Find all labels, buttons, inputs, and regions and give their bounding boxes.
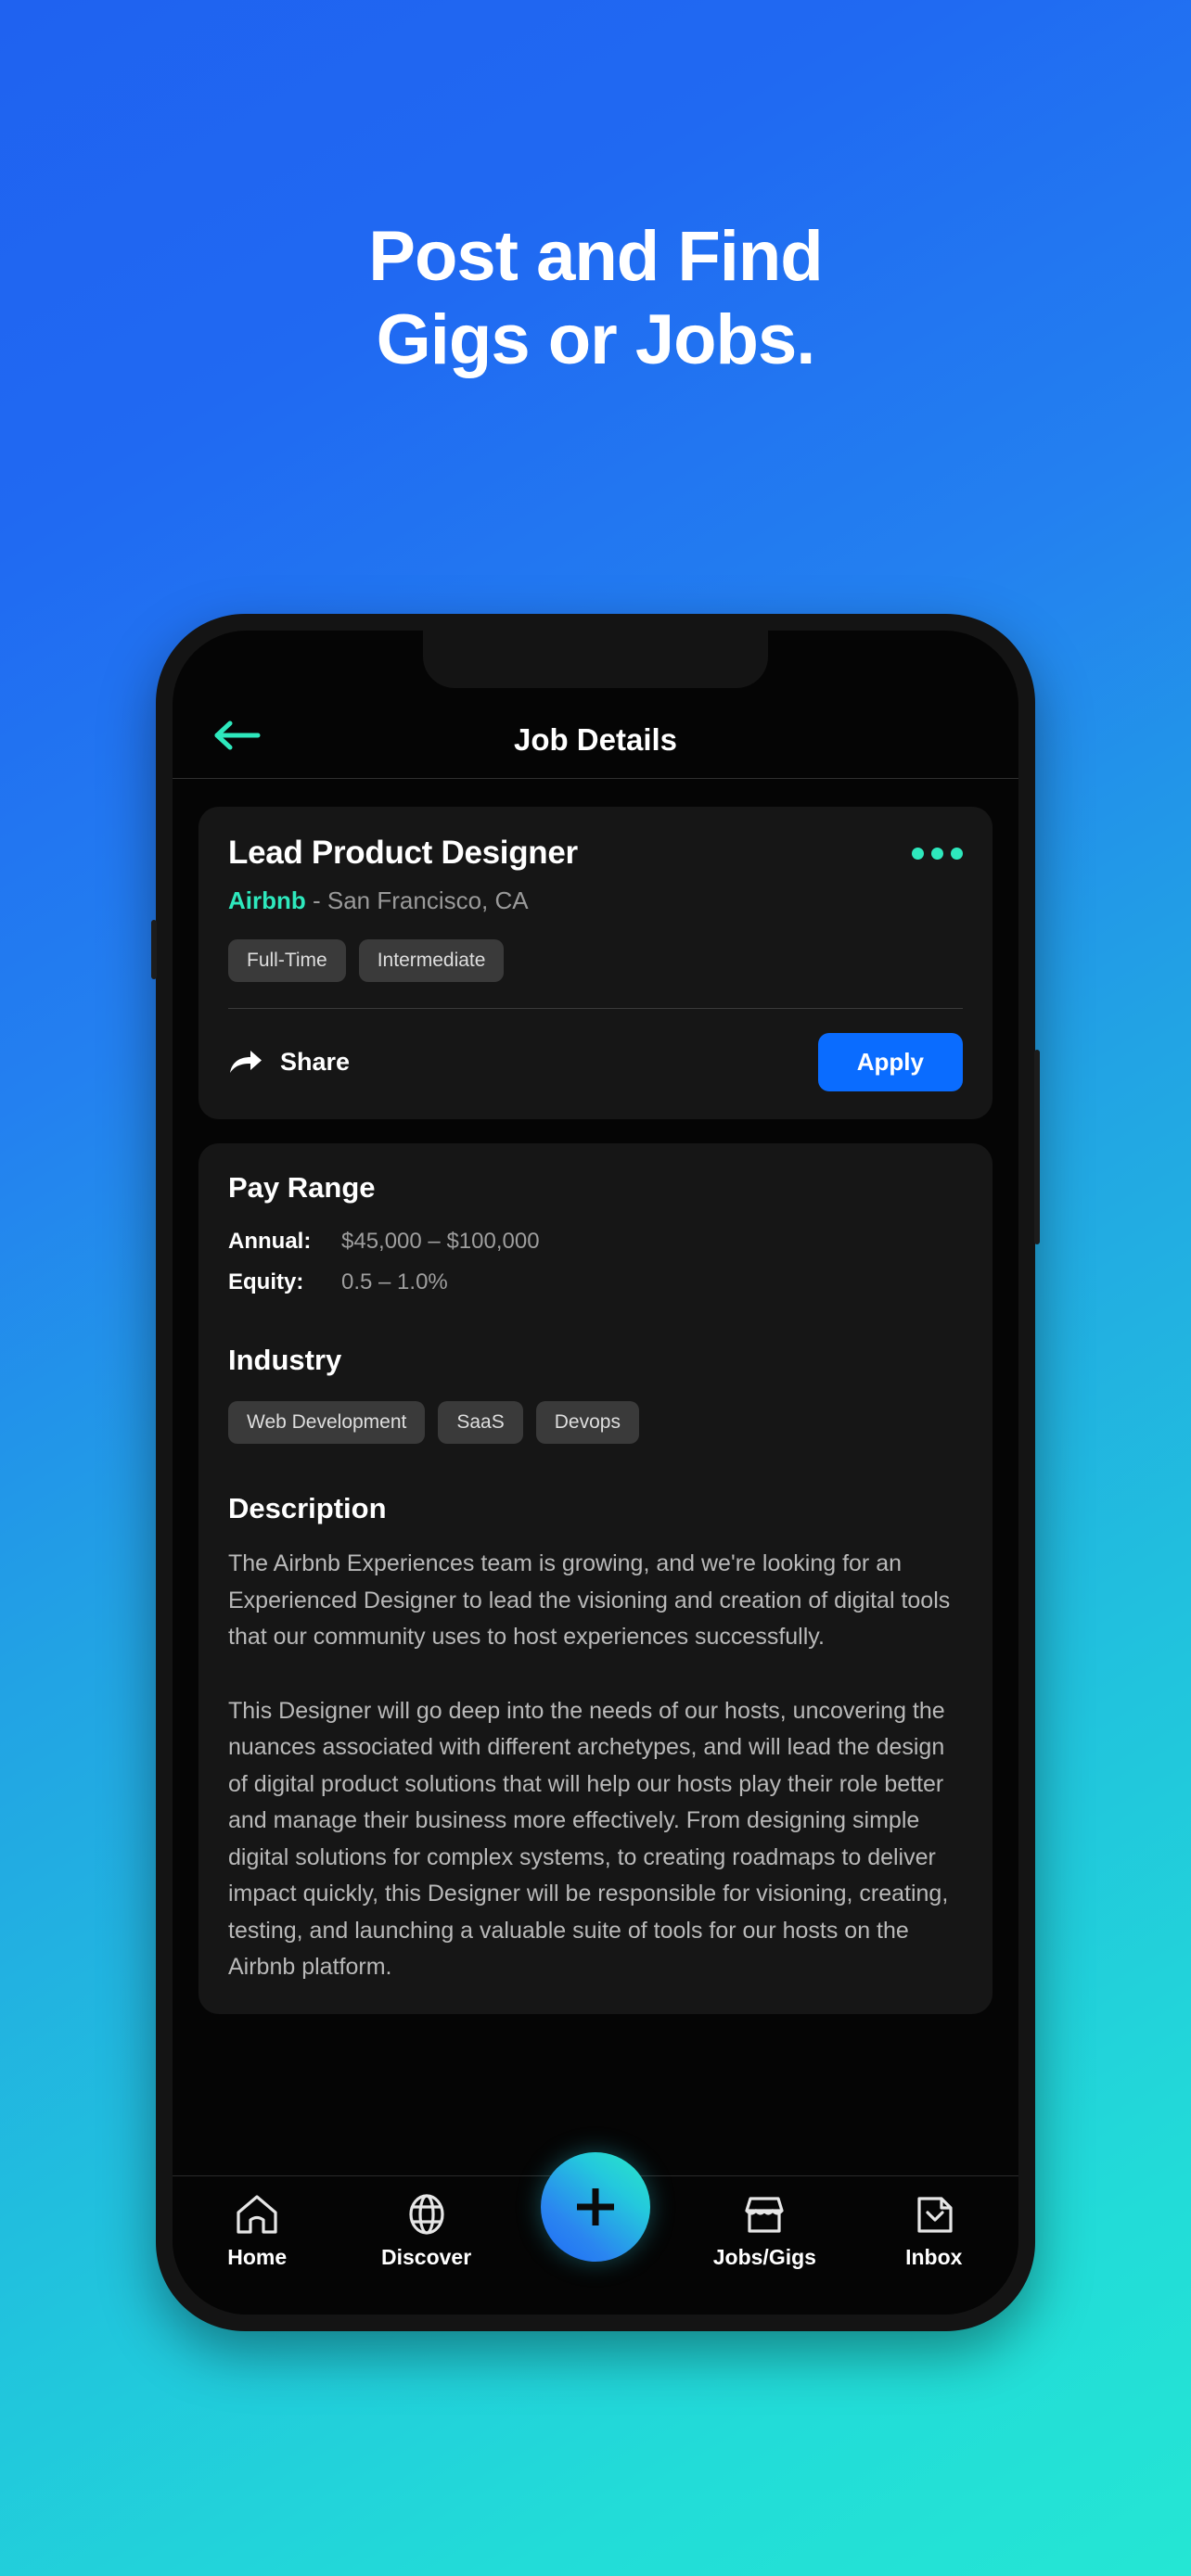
tab-home[interactable]: Home [178, 2193, 336, 2270]
apply-button[interactable]: Apply [817, 1033, 963, 1091]
description-paragraph: This Designer will go deep into the need… [228, 1697, 949, 1981]
industry-tag: Web Development [228, 1401, 426, 1444]
store-icon [745, 2197, 784, 2233]
bottom-tab-bar: Home Discover Jobs/Gigs Inbox [173, 2152, 1018, 2315]
phone-screen: Job Details Lead Product Designer Airbnb… [173, 631, 1018, 2315]
tab-label: Home [227, 2245, 288, 2269]
card-divider [228, 1008, 963, 1009]
plus-icon [576, 2188, 614, 2225]
job-tag: Full-Time [228, 939, 346, 982]
job-details-scroll-area[interactable]: Lead Product Designer Airbnb - San Franc… [173, 779, 1018, 2175]
tab-jobs-gigs[interactable]: Jobs/Gigs [685, 2193, 843, 2270]
job-tag-row: Full-Time Intermediate [228, 939, 963, 982]
industry-tag-row: Web Development SaaS Devops [228, 1401, 963, 1444]
tab-label: Discover [380, 2245, 472, 2269]
hero-headline-line-1: Post and Find [368, 217, 823, 296]
tab-discover[interactable]: Discover [348, 2193, 506, 2270]
industry-tag: Devops [535, 1401, 639, 1444]
pay-row-annual: Annual: $45,000 – $100,000 [228, 1229, 963, 1255]
pay-row-equity: Equity: 0.5 – 1.0% [228, 1269, 963, 1295]
pay-range-section-title: Pay Range [228, 1171, 376, 1204]
more-options-button[interactable] [912, 835, 963, 860]
phone-notch [423, 631, 768, 688]
hero-headline: Post and Find Gigs or Jobs. [0, 215, 1191, 381]
job-header-row: Lead Product Designer [228, 835, 963, 872]
more-options-icon [912, 848, 924, 860]
job-tag: Intermediate [358, 939, 505, 982]
pay-key: Equity: [228, 1269, 304, 1294]
job-company-location: Airbnb - San Francisco, CA [228, 886, 963, 915]
page-title: Job Details [513, 722, 678, 757]
pay-range-rows: Annual: $45,000 – $100,000 Equity: 0.5 –… [228, 1229, 963, 1295]
globe-icon [408, 2194, 444, 2235]
inbox-icon [917, 2197, 953, 2233]
job-title: Lead Product Designer [228, 835, 578, 871]
company-name: Airbnb [228, 886, 306, 914]
hero-headline-line-2: Gigs or Jobs. [376, 300, 816, 379]
tab-label: Inbox [905, 2245, 963, 2269]
share-label: Share [280, 1048, 351, 1076]
create-post-button[interactable] [540, 2152, 650, 2262]
company-separator: - [305, 886, 327, 914]
job-summary-card: Lead Product Designer Airbnb - San Franc… [198, 807, 992, 1119]
job-location: San Francisco, CA [327, 886, 529, 914]
tab-label: Jobs/Gigs [712, 2245, 816, 2269]
share-button[interactable]: Share [228, 1048, 350, 1078]
home-icon [237, 2195, 277, 2234]
tab-inbox[interactable]: Inbox [855, 2193, 1013, 2270]
phone-device-frame: Job Details Lead Product Designer Airbnb… [151, 614, 1040, 2331]
industry-tag: SaaS [438, 1401, 523, 1444]
description-section-title: Description [228, 1492, 387, 1524]
job-action-row: Share Apply [228, 1033, 963, 1091]
back-button[interactable] [211, 713, 265, 758]
pay-value: $45,000 – $100,000 [341, 1229, 540, 1254]
description-paragraph: The Airbnb Experiences team is growing, … [228, 1550, 951, 1650]
share-icon [230, 1050, 262, 1073]
arrow-left-icon [214, 721, 261, 750]
pay-value: 0.5 – 1.0% [341, 1269, 448, 1294]
pay-key: Annual: [228, 1229, 312, 1254]
industry-section-title: Industry [228, 1344, 342, 1376]
job-details-card: Pay Range Annual: $45,000 – $100,000 Equ… [198, 1143, 992, 2014]
